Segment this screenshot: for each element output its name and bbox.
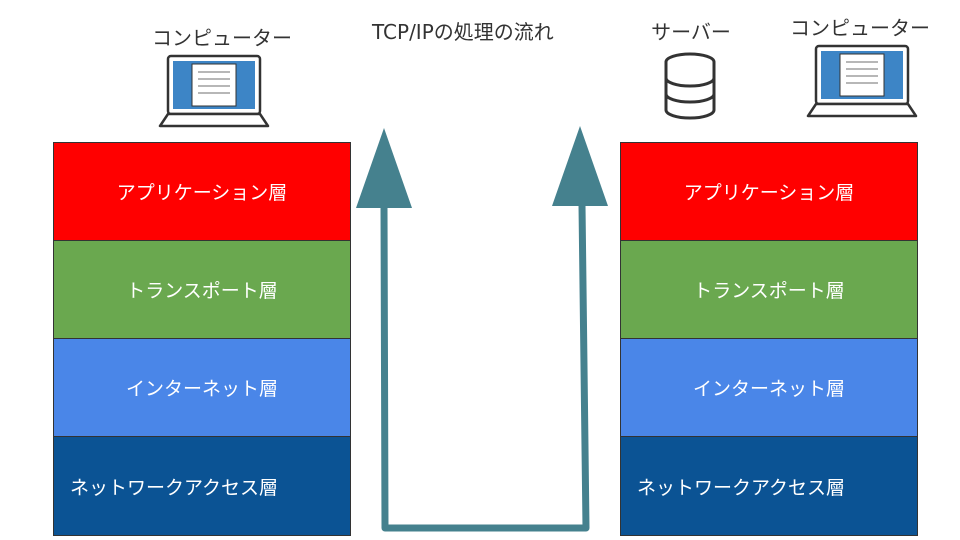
flow-arrow	[356, 126, 608, 532]
left-arrow-head	[356, 128, 412, 208]
flow-arrow-line	[380, 204, 590, 532]
right-arrow-head	[552, 126, 608, 206]
